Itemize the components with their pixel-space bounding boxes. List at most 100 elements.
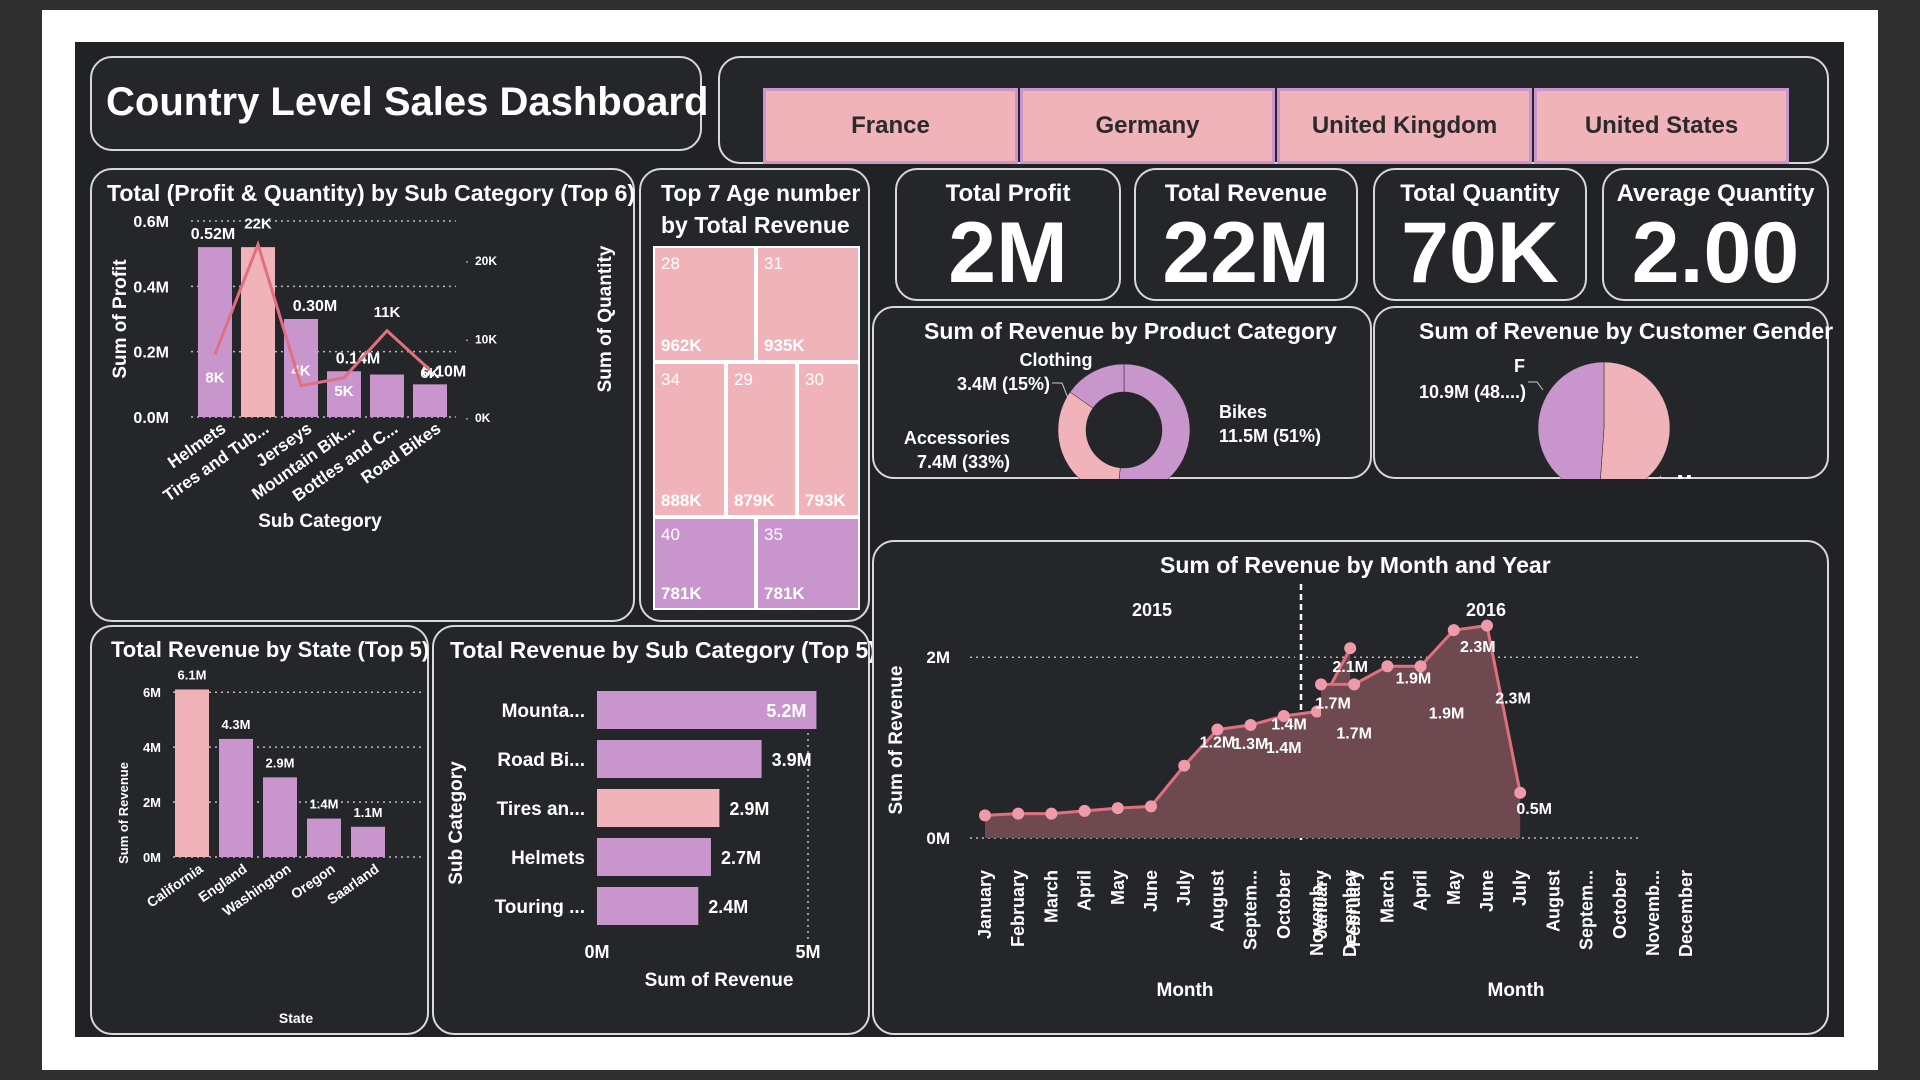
x-tick-label: January [975, 870, 995, 939]
pie-slice-f [1537, 361, 1605, 479]
x-axis-title: Sum of Revenue [645, 970, 794, 991]
y2-tick-label: 0K [475, 411, 491, 425]
page-title: Country Level Sales Dashboard [106, 80, 709, 124]
y-tick-label: 6M [143, 685, 161, 700]
data-point [1348, 678, 1361, 691]
donut-slice-bikes [1118, 363, 1191, 479]
data-label: 1.7M [1336, 725, 1372, 742]
slicer-france[interactable]: France [763, 88, 1018, 164]
treemap-value-label: 781K [661, 584, 702, 603]
subcategory-bar [597, 740, 762, 778]
quantity-data-label: 6K [420, 365, 439, 382]
leader-line [1052, 382, 1069, 399]
x-axis-title: Month [1157, 980, 1214, 1001]
x-tick-label: October [1274, 870, 1294, 939]
kpi-value: 70K [1401, 205, 1559, 301]
x-axis-title: Month [1488, 980, 1545, 1001]
treemap-cell-age-28: 28 962K [653, 246, 756, 362]
data-label: 1.9M [1396, 670, 1432, 687]
age-treemap-title-line2: by Total Revenue [661, 212, 850, 238]
treemap-value-label: 962K [661, 336, 702, 355]
data-label: 1.9M [1429, 705, 1465, 722]
subcategory-revenue-chart: 5.2M Mounta... 3.9M Road Bi... 2.9M Tires an.… [446, 691, 821, 991]
subcategory-data-label: 2.4M [708, 897, 748, 917]
age-treemap-panel: Top 7 Age number by Total Revenue 28 962K… [639, 168, 870, 622]
data-label: 1.7M [1315, 695, 1351, 712]
y-axis-title: Sum of Revenue [116, 762, 131, 864]
x-tick-label: May [1108, 870, 1128, 905]
y2-tick-label: 20K [475, 254, 497, 268]
profit-quantity-chart: 0.0M0.2M0.4M0.6M0K·10K·20K·0.52M8KHelmet… [110, 214, 616, 532]
state-data-label: 2.9M [266, 755, 295, 770]
y-tick-label: Road Bi... [497, 750, 585, 771]
treemap-cell-age-34: 34 888K [653, 362, 726, 517]
y-tick-label: 0.2M [133, 345, 169, 362]
x-tick-label: Novemb... [1643, 870, 1663, 956]
quantity-data-label: 11K [374, 304, 401, 321]
slice-label-value: 11.5M (51%) [1219, 426, 1321, 446]
slicer-germany[interactable]: Germany [1020, 88, 1275, 164]
state-bar [175, 689, 209, 857]
kpi-total-revenue: Total Revenue 22M [1134, 168, 1358, 301]
data-label: 1.4M [1266, 740, 1302, 757]
pie-slice-m [1600, 361, 1671, 479]
y-tick-label: 4M [143, 740, 161, 755]
kpi-value: 22M [1162, 205, 1330, 301]
slice-label-name: Accessories [904, 428, 1010, 448]
monthly-revenue-panel: Sum of Revenue by Month and Year 0M 2M 201… [872, 540, 1829, 1035]
state-revenue-chart: 0M2M4M6M6.1MCalifornia4.3MEngland2.9MWas… [116, 667, 423, 1026]
y-tick-label: 0.4M [133, 279, 169, 296]
x-tick-label: January [1311, 870, 1331, 939]
slicer-united-kingdom[interactable]: United Kingdom [1277, 88, 1532, 164]
kpi-total-profit: Total Profit 2M [895, 168, 1121, 301]
subcategory-data-label: 2.9M [729, 799, 769, 819]
data-label: 2.3M [1460, 639, 1496, 656]
slice-label-value: 3.4M (15%) [957, 374, 1050, 394]
slice-label-value: 10.9M (48....) [1419, 382, 1526, 402]
treemap-age-label: 40 [661, 525, 680, 544]
x-axis-title: Sub Category [258, 511, 382, 532]
state-data-label: 1.4M [310, 797, 339, 812]
subcategory-bar [597, 789, 720, 827]
state-data-label: 1.1M [354, 805, 383, 820]
title-panel: Country Level Sales Dashboard [90, 56, 708, 151]
gender-pie: M11.4M (51....)F10.9M (48....) [1419, 356, 1692, 479]
data-label: 0.5M [1516, 801, 1552, 818]
y-tick-label: 0M [926, 829, 950, 848]
data-label: 1.2M [1200, 735, 1236, 752]
x-tick-label: 5M [795, 942, 820, 962]
y-tick-label: 2M [143, 795, 161, 810]
data-point [1145, 800, 1157, 813]
data-label: 1.4M [1271, 716, 1307, 733]
x-tick-label: March [1377, 870, 1397, 923]
data-point [1414, 660, 1427, 673]
data-point [1315, 678, 1327, 691]
profit-bar [413, 384, 447, 417]
treemap-value-label: 935K [764, 336, 805, 355]
kpi-value: 2M [948, 205, 1068, 301]
slice-label-name: M [1677, 472, 1692, 479]
y2-axis-title: Sum of Quantity [595, 245, 616, 392]
treemap-value-label: 879K [734, 491, 775, 510]
dashboard-canvas: Country Level Sales Dashboard France Ger… [75, 42, 1844, 1037]
profit-bar [198, 247, 232, 417]
data-point [1012, 807, 1025, 820]
profit-data-label: 0.14M [336, 350, 380, 367]
data-point [1078, 804, 1091, 817]
age-treemap-title-line1: Top 7 Age number [661, 180, 861, 206]
x-tick-label: October [1610, 870, 1630, 939]
y-tick-label: 0M [143, 850, 161, 865]
data-label: 2.3M [1495, 691, 1531, 708]
y-tick-label: 2M [926, 648, 950, 667]
subcategory-bar [597, 838, 711, 876]
monthly-revenue-chart: 0M 2M 2015 2016 1.2M1.3M1.4M 1.4M 2.1M January F… [886, 584, 1696, 1001]
slice-label-value: 7.4M (33%) [917, 452, 1010, 472]
profit-data-label: 0.52M [191, 226, 235, 243]
state-bar [351, 826, 385, 857]
x-tick-label: April [1411, 870, 1431, 911]
data-point [1447, 624, 1460, 637]
slicer-united-states[interactable]: United States [1534, 88, 1789, 164]
slice-label-name: F [1514, 356, 1525, 376]
treemap-cell-age-30: 30 793K [797, 362, 860, 517]
leader-line [1528, 381, 1544, 391]
